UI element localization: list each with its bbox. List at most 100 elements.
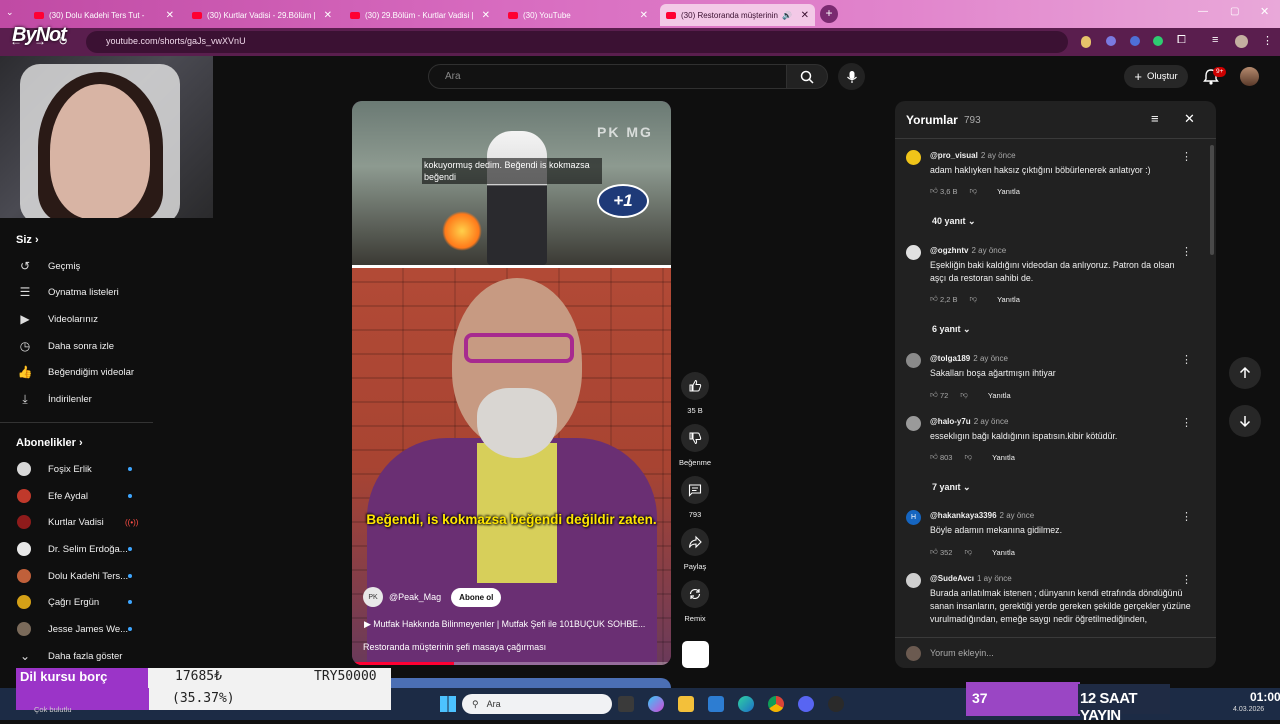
- search-input[interactable]: Ara: [428, 64, 787, 89]
- chrome-icon[interactable]: [768, 696, 784, 712]
- extensions-puzzle-icon[interactable]: ⧠: [1177, 34, 1186, 47]
- commenter-avatar[interactable]: H: [906, 510, 921, 525]
- more-options-icon[interactable]: ⋮: [1181, 245, 1192, 258]
- speaker-icon[interactable]: 🔊: [782, 11, 792, 20]
- sidebar-item-your-videos[interactable]: ▶ Videolarınız: [0, 306, 153, 332]
- create-button[interactable]: + Oluştur: [1124, 65, 1188, 88]
- thumbs-up-icon[interactable]: 👍︎: [930, 452, 938, 462]
- close-tab-icon[interactable]: ✕: [162, 10, 174, 21]
- comment-author[interactable]: @ogzhntv: [930, 246, 968, 255]
- windows-start-icon[interactable]: [440, 696, 456, 712]
- task-view-icon[interactable]: [618, 696, 634, 712]
- commenter-avatar[interactable]: [906, 150, 921, 165]
- comments-scrollbar[interactable]: [1210, 145, 1214, 255]
- store-icon[interactable]: [708, 696, 724, 712]
- replies-toggle[interactable]: 7 yanıt ⌄: [932, 482, 971, 493]
- close-tab-icon[interactable]: ✕: [320, 10, 332, 21]
- like-button[interactable]: [681, 372, 709, 400]
- taskbar-search[interactable]: ⚲ Ara: [462, 694, 612, 714]
- sidebar-item-history[interactable]: ↺ Geçmiş: [0, 253, 153, 279]
- sidebar-item-liked-videos[interactable]: 👍 Beğendiğim videolar: [0, 359, 153, 385]
- window-close-icon[interactable]: ✕: [1260, 5, 1269, 18]
- search-button[interactable]: [786, 64, 828, 89]
- taskbar-clock[interactable]: 01:00: [1250, 690, 1280, 704]
- channel-avatar[interactable]: PK: [363, 587, 383, 607]
- window-minimize-icon[interactable]: —: [1198, 6, 1208, 17]
- browser-tab[interactable]: (30) 29.Bölüm - Kurtlar Vadisi | ✕: [344, 4, 496, 26]
- close-tab-icon[interactable]: ✕: [478, 10, 490, 21]
- browser-tab[interactable]: (30) YouTube ✕: [502, 4, 654, 26]
- thumbs-up-icon[interactable]: 👍︎: [930, 294, 938, 304]
- extension-icon[interactable]: [1130, 36, 1140, 46]
- subscription-item[interactable]: Dolu Kadehi Ters...: [0, 563, 153, 589]
- subscription-item[interactable]: Efe Aydal: [0, 483, 153, 509]
- related-video-link[interactable]: ▶ Mutfak Hakkında Bilinmeyenler | Mutfak…: [364, 619, 664, 630]
- discord-icon[interactable]: [798, 696, 814, 712]
- reply-button[interactable]: Yanıtla: [997, 295, 1020, 304]
- new-tab-button[interactable]: +: [820, 5, 838, 23]
- shorts-video-player[interactable]: PK MG kokuyormuş dedim. Beğendi is kokma…: [352, 101, 671, 665]
- comment-author[interactable]: @pro_visual: [930, 151, 978, 160]
- more-options-icon[interactable]: ⋮: [1181, 510, 1192, 523]
- subscription-item[interactable]: Çağrı Ergün: [0, 589, 153, 615]
- more-options-icon[interactable]: ⋮: [1181, 416, 1192, 429]
- comment-action[interactable]: 793: [681, 476, 709, 519]
- commenter-avatar[interactable]: [906, 573, 921, 588]
- dislike-button[interactable]: [681, 424, 709, 452]
- subscription-item[interactable]: Dr. Selim Erdoğa...: [0, 536, 153, 562]
- share-action[interactable]: Paylaş: [681, 528, 709, 571]
- close-tab-icon[interactable]: ✕: [797, 10, 809, 21]
- sidebar-subscriptions-heading[interactable]: Abonelikler ›: [16, 437, 83, 449]
- obs-icon[interactable]: [828, 696, 844, 712]
- account-avatar[interactable]: [1240, 67, 1259, 86]
- show-more-button[interactable]: ⌄ Daha fazla göster: [0, 643, 153, 669]
- dislike-action[interactable]: Beğenme: [679, 424, 711, 467]
- profile-avatar[interactable]: [1235, 35, 1248, 48]
- replies-toggle[interactable]: 6 yanıt ⌄: [932, 324, 971, 335]
- previous-short-button[interactable]: [1229, 357, 1261, 389]
- tab-search-icon[interactable]: ⌄: [6, 7, 20, 21]
- window-maximize-icon[interactable]: ▢: [1230, 6, 1239, 17]
- comment-author[interactable]: @SudeAvcı: [930, 574, 974, 583]
- like-action[interactable]: 35 B: [681, 372, 709, 415]
- sidebar-item-watch-later[interactable]: ◷ Daha sonra izle: [0, 333, 153, 359]
- commenter-avatar[interactable]: [906, 245, 921, 260]
- voice-search-button[interactable]: [838, 63, 865, 90]
- more-options-icon[interactable]: ⋮: [1181, 150, 1192, 163]
- subscription-item[interactable]: Foşix Erlik: [0, 456, 153, 482]
- extension-icon[interactable]: [1081, 36, 1091, 48]
- video-progress-bar[interactable]: [352, 662, 671, 665]
- media-control-icon[interactable]: ≡: [1212, 34, 1218, 46]
- more-options-icon[interactable]: ⋮: [1181, 353, 1192, 366]
- address-bar[interactable]: youtube.com/shorts/gaJs_vwXVnU: [86, 31, 1068, 53]
- share-button[interactable]: [681, 528, 709, 556]
- taskbar-date[interactable]: 4.03.2026: [1233, 706, 1264, 713]
- commenter-avatar[interactable]: [906, 353, 921, 368]
- thumbs-up-icon[interactable]: 👍︎: [930, 186, 938, 196]
- sound-thumbnail[interactable]: [682, 641, 709, 668]
- thumbs-down-icon[interactable]: 👎︎: [960, 390, 968, 400]
- thumbs-down-icon[interactable]: 👎︎: [969, 186, 977, 196]
- thumbs-up-icon[interactable]: 👍︎: [930, 547, 938, 557]
- comment-author[interactable]: @halo-y7u: [930, 417, 971, 426]
- remix-action[interactable]: Remix: [681, 580, 709, 623]
- browser-menu-icon[interactable]: ⋮: [1262, 34, 1273, 47]
- subscribe-button[interactable]: Abone ol: [451, 587, 502, 607]
- sort-icon[interactable]: ≡: [1151, 111, 1159, 126]
- copilot-icon[interactable]: [648, 696, 664, 712]
- remix-button[interactable]: [681, 580, 709, 608]
- reply-button[interactable]: Yanıtla: [992, 453, 1015, 462]
- file-explorer-icon[interactable]: [678, 696, 694, 712]
- extension-icon[interactable]: [1106, 36, 1116, 46]
- edge-icon[interactable]: [738, 696, 754, 712]
- reply-button[interactable]: Yanıtla: [992, 548, 1015, 557]
- replies-toggle[interactable]: 40 yanıt ⌄: [932, 216, 976, 227]
- more-options-icon[interactable]: ⋮: [1181, 573, 1192, 586]
- thumbs-down-icon[interactable]: 👎︎: [969, 294, 977, 304]
- extension-icon[interactable]: [1153, 36, 1163, 46]
- thumbs-down-icon[interactable]: 👎︎: [964, 547, 972, 557]
- reply-button[interactable]: Yanıtla: [997, 187, 1020, 196]
- close-tab-icon[interactable]: ✕: [636, 10, 648, 21]
- subscription-item[interactable]: Jesse James We...: [0, 616, 153, 642]
- browser-tab[interactable]: (30) Dolu Kadehi Ters Tut - ✕: [28, 4, 180, 26]
